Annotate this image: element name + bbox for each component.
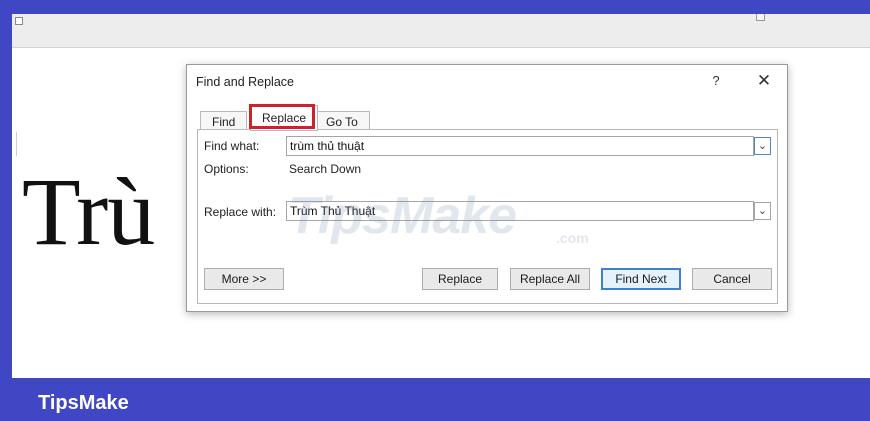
watermark-suffix: .com xyxy=(556,230,589,246)
chevron-down-icon: ⌄ xyxy=(757,205,768,217)
replace-with-dropdown[interactable]: ⌄ xyxy=(754,202,771,220)
help-button[interactable]: ? xyxy=(706,70,726,92)
replace-with-label: Replace with: xyxy=(204,205,277,219)
close-icon[interactable]: ✕ xyxy=(753,70,775,92)
indent-marker[interactable] xyxy=(15,17,23,25)
options-value: Search Down xyxy=(289,162,362,176)
replace-button[interactable]: Replace xyxy=(422,268,498,290)
replace-all-button[interactable]: Replace All xyxy=(510,268,590,290)
find-next-button[interactable]: Find Next xyxy=(601,268,681,290)
document-text[interactable]: Trù xyxy=(22,164,155,260)
brand-label: TipsMake xyxy=(38,392,129,414)
watermark: TipsMake xyxy=(288,187,517,245)
find-what-input[interactable]: trùm thủ thuật xyxy=(286,136,754,156)
right-indent-marker[interactable] xyxy=(756,14,765,21)
ruler xyxy=(12,14,870,48)
cancel-button[interactable]: Cancel xyxy=(692,268,772,290)
chevron-down-icon: ⌄ xyxy=(757,140,768,152)
dialog-title: Find and Replace xyxy=(196,75,294,89)
find-what-label: Find what: xyxy=(204,139,260,153)
margin-marker xyxy=(16,132,17,156)
options-label: Options: xyxy=(204,162,249,176)
tab-replace[interactable]: Replace xyxy=(250,105,319,131)
more-button[interactable]: More >> xyxy=(204,268,284,290)
find-what-dropdown[interactable]: ⌄ xyxy=(754,137,771,155)
